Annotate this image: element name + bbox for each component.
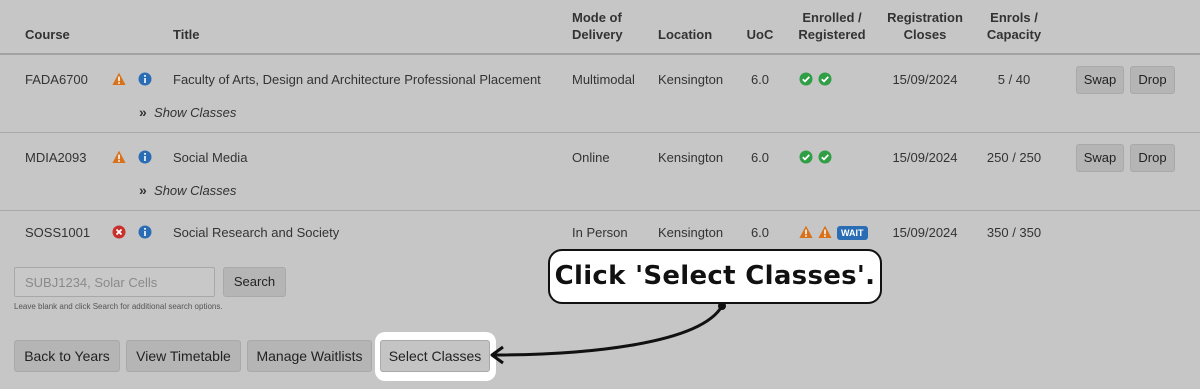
annotation-arrow: [490, 302, 726, 365]
instruction-callout: Click 'Select Classes'.: [548, 249, 882, 304]
